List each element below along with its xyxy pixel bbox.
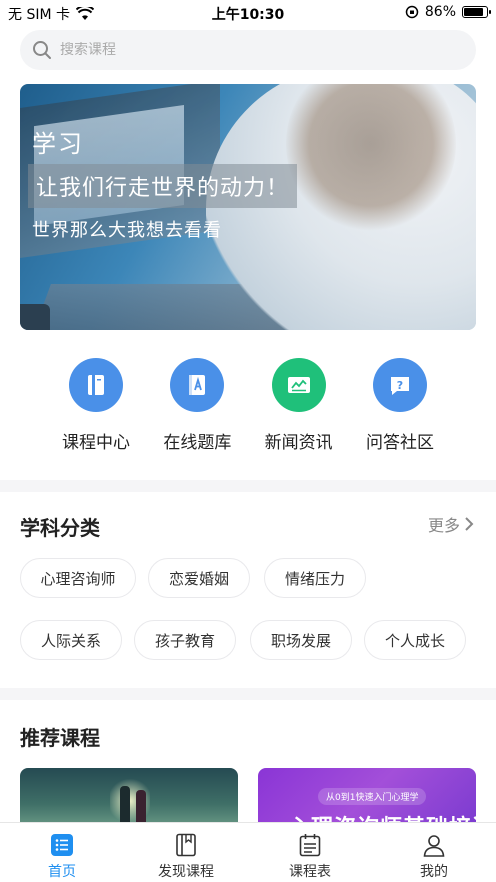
banner-subtitle: 世界那么大我想去看看 <box>32 220 222 241</box>
tab-label: 发现课程 <box>158 864 214 880</box>
more-label: 更多 <box>427 516 460 535</box>
search-icon <box>33 41 51 59</box>
banner-title: 学习 <box>32 130 84 158</box>
tab-discover[interactable]: 发现课程 <box>124 823 248 882</box>
tag-label: 恋爱婚姻 <box>168 569 229 588</box>
battery-fill <box>464 8 483 16</box>
category-tag[interactable]: 个人成长 <box>364 620 466 660</box>
category-tag[interactable]: 人际关系 <box>20 620 122 660</box>
news-icon <box>287 377 310 393</box>
section-divider <box>0 688 496 700</box>
category-tag[interactable]: 孩子教育 <box>134 620 236 660</box>
battery-icon <box>462 6 491 18</box>
section-divider <box>0 480 496 492</box>
search-input[interactable] <box>60 42 440 58</box>
book-icon <box>88 375 104 395</box>
tag-label: 情绪压力 <box>284 569 345 588</box>
nav-label: 问答社区 <box>365 433 434 453</box>
category-tag[interactable]: 职场发展 <box>250 620 352 660</box>
home-list-icon <box>51 834 73 856</box>
recommended-title: 推荐课程 <box>20 726 100 750</box>
svg-text:?: ? <box>397 379 403 392</box>
tag-label: 孩子教育 <box>154 631 215 650</box>
figure-graphic <box>136 790 146 826</box>
tab-bar: 首页 发现课程 课程表 我的 <box>0 822 496 882</box>
status-right: 86% <box>405 4 491 20</box>
nav-circle <box>271 358 326 412</box>
search-bar[interactable] <box>20 30 476 70</box>
orientation-lock-icon <box>405 5 419 19</box>
tag-label: 个人成长 <box>384 631 445 650</box>
course-card[interactable] <box>20 768 238 828</box>
nav-news[interactable]: 新闻资讯 <box>259 358 339 454</box>
banner-slogan: 让我们行走世界的动力！ <box>28 164 298 208</box>
nav-circle <box>69 358 123 412</box>
tag-label: 职场发展 <box>270 631 331 650</box>
nav-label: 在线题库 <box>163 433 232 453</box>
tag-label: 心理咨询师 <box>40 569 116 588</box>
question-bank-icon <box>189 375 206 395</box>
tab-label: 课程表 <box>289 864 331 880</box>
tag-label: 人际关系 <box>40 631 101 650</box>
nav-label: 课程中心 <box>62 433 130 453</box>
figure-graphic <box>120 786 130 826</box>
quick-nav: 课程中心 在线题库 新闻资讯 ? 问答社区 <box>56 358 440 454</box>
course-card[interactable]: 从0到1快速入门心理学 心理咨询师基础培训 <box>258 768 476 828</box>
more-link[interactable]: 更多 <box>428 512 474 536</box>
nav-course-center[interactable]: 课程中心 <box>56 358 136 454</box>
tab-profile[interactable]: 我的 <box>372 823 496 882</box>
tab-schedule[interactable]: 课程表 <box>248 823 372 882</box>
nav-label: 新闻资讯 <box>264 433 333 453</box>
category-tag[interactable]: 情绪压力 <box>264 558 366 598</box>
banner-cup-graphic <box>20 304 50 330</box>
discover-book-icon <box>176 833 196 857</box>
qa-icon: ? <box>390 377 409 395</box>
course-pill-label: 从0到1快速入门心理学 <box>318 788 427 805</box>
category-tag[interactable]: 恋爱婚姻 <box>148 558 250 598</box>
battery-percent: 86% <box>424 4 456 20</box>
banner-carousel[interactable]: 学习 让我们行走世界的动力！ 世界那么大我想去看看 <box>20 84 476 330</box>
nav-question-bank[interactable]: 在线题库 <box>157 358 237 454</box>
status-bar: 无 SIM 卡 上午10:30 86% <box>0 0 496 28</box>
nav-qa-community[interactable]: ? 问答社区 <box>360 358 440 454</box>
nav-circle <box>170 358 225 412</box>
tab-label: 我的 <box>420 864 448 880</box>
categories-title: 学科分类 <box>20 516 100 540</box>
tab-label: 首页 <box>48 864 76 880</box>
nav-circle: ? <box>372 358 427 412</box>
chevron-right-icon <box>465 517 474 531</box>
tab-home[interactable]: 首页 <box>0 823 124 882</box>
schedule-icon <box>299 834 321 857</box>
category-tag[interactable]: 心理咨询师 <box>20 558 136 598</box>
profile-icon <box>423 835 445 857</box>
